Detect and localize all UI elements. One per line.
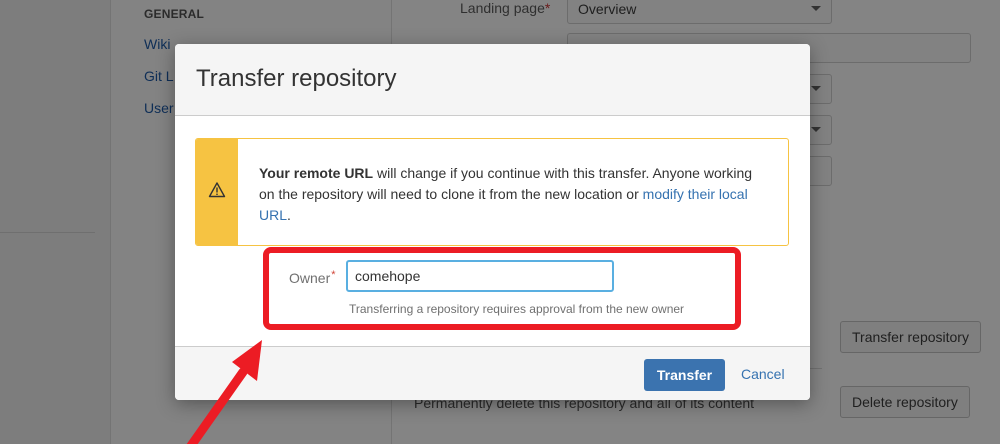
chevron-down-icon bbox=[811, 6, 821, 11]
nav-heading: GENERAL bbox=[144, 7, 205, 21]
delete-repository-button[interactable]: Delete repository bbox=[840, 386, 970, 418]
transfer-button[interactable]: Transfer bbox=[644, 359, 725, 391]
dialog-title: Transfer repository bbox=[196, 65, 397, 92]
cancel-button[interactable]: Cancel bbox=[741, 366, 785, 382]
chevron-down-icon bbox=[811, 86, 821, 91]
chevron-down-icon bbox=[811, 127, 821, 132]
transfer-repository-dialog: Transfer repository Your remote URL will… bbox=[175, 44, 810, 400]
nav-item-wiki[interactable]: Wiki bbox=[144, 36, 170, 52]
annotation-highlight-box bbox=[263, 247, 741, 330]
landing-page-label: Landing page* bbox=[460, 0, 551, 16]
warning-icon bbox=[208, 182, 226, 198]
nav-item-users[interactable]: User bbox=[144, 100, 174, 116]
dialog-header: Transfer repository bbox=[175, 44, 810, 116]
transfer-repository-button[interactable]: Transfer repository bbox=[840, 321, 981, 353]
left-divider bbox=[0, 232, 95, 233]
landing-page-select[interactable]: Overview bbox=[567, 0, 832, 24]
warning-bar bbox=[196, 139, 238, 245]
warning-message: Your remote URL will change if you conti… bbox=[195, 138, 789, 246]
dialog-footer: Transfer Cancel bbox=[175, 346, 810, 400]
nav-item-git-lfs[interactable]: Git L bbox=[144, 68, 174, 84]
warning-text: Your remote URL will change if you conti… bbox=[259, 165, 753, 223]
left-panel bbox=[0, 0, 110, 444]
